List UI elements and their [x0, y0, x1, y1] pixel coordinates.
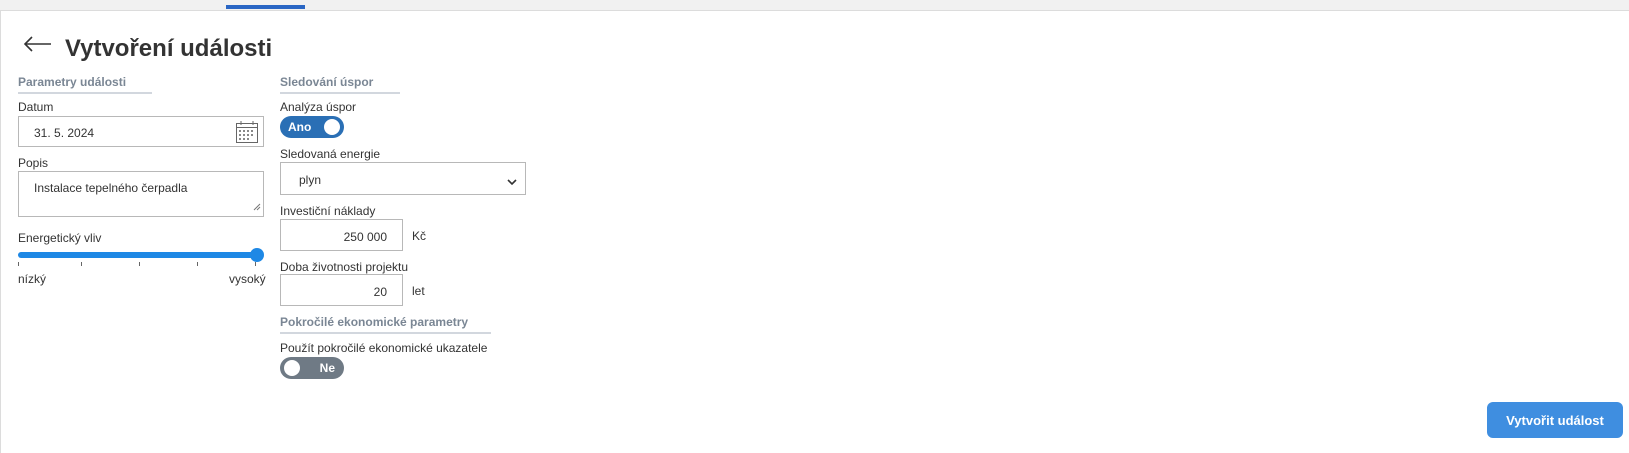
investment-unit: Kč: [412, 229, 427, 243]
lifetime-unit: let: [412, 284, 425, 298]
slider-track: [18, 252, 258, 258]
date-value: 31. 5. 2024: [34, 126, 95, 140]
toggle-knob: [284, 360, 300, 376]
top-tab-bar: [0, 0, 1629, 10]
back-arrow-icon[interactable]: [21, 33, 53, 55]
savings-analysis-label: Analýza úspor: [280, 100, 357, 114]
slider-min-label: nízký: [18, 272, 47, 286]
chevron-down-icon: [507, 175, 517, 189]
create-event-button[interactable]: Vytvořit událost: [1487, 402, 1623, 438]
toggle-on-text: Ano: [288, 120, 312, 134]
advanced-label: Použít pokročilé ekonomické ukazatele: [280, 341, 488, 355]
lifetime-value: 20: [373, 285, 387, 299]
slider-tick: [18, 262, 19, 266]
energy-impact-slider[interactable]: [18, 248, 264, 268]
section-heading-savings: Sledování úspor: [280, 75, 400, 94]
energy-impact-label: Energetický vliv: [18, 231, 102, 245]
advanced-toggle[interactable]: Ne: [280, 357, 344, 379]
investment-label: Investiční náklady: [280, 204, 376, 218]
description-label: Popis: [18, 156, 49, 170]
slider-tick: [255, 262, 256, 266]
toggle-knob: [324, 119, 340, 135]
tracked-energy-select[interactable]: plyn: [280, 162, 526, 195]
lifetime-label: Doba životnosti projektu: [280, 260, 409, 274]
slider-thumb[interactable]: [250, 248, 264, 262]
date-label: Datum: [18, 100, 54, 114]
date-field[interactable]: 31. 5. 2024: [18, 116, 264, 147]
slider-tick: [139, 262, 140, 266]
investment-value: 250 000: [343, 230, 387, 244]
resize-handle-icon[interactable]: [253, 200, 261, 214]
description-value: Instalace tepelného čerpadla: [34, 181, 188, 195]
section-heading-event-params: Parametry události: [18, 75, 152, 94]
tracked-energy-label: Sledovaná energie: [280, 147, 381, 161]
slider-tick: [197, 262, 198, 266]
event-form-panel: Vytvoření události Parametry události Da…: [0, 10, 1629, 453]
slider-tick: [81, 262, 82, 266]
description-textarea[interactable]: Instalace tepelného čerpadla: [18, 171, 264, 217]
toggle-off-text: Ne: [319, 361, 335, 375]
section-heading-advanced: Pokročilé ekonomické parametry: [280, 315, 491, 334]
active-tab-indicator: [226, 5, 305, 9]
investment-input[interactable]: 250 000: [280, 219, 403, 251]
calendar-icon[interactable]: [235, 120, 259, 147]
page-title: Vytvoření události: [65, 35, 273, 62]
tracked-energy-value: plyn: [299, 173, 322, 187]
lifetime-input[interactable]: 20: [280, 274, 403, 306]
savings-analysis-toggle[interactable]: Ano: [280, 116, 344, 138]
slider-max-label: vysoký: [229, 272, 266, 286]
